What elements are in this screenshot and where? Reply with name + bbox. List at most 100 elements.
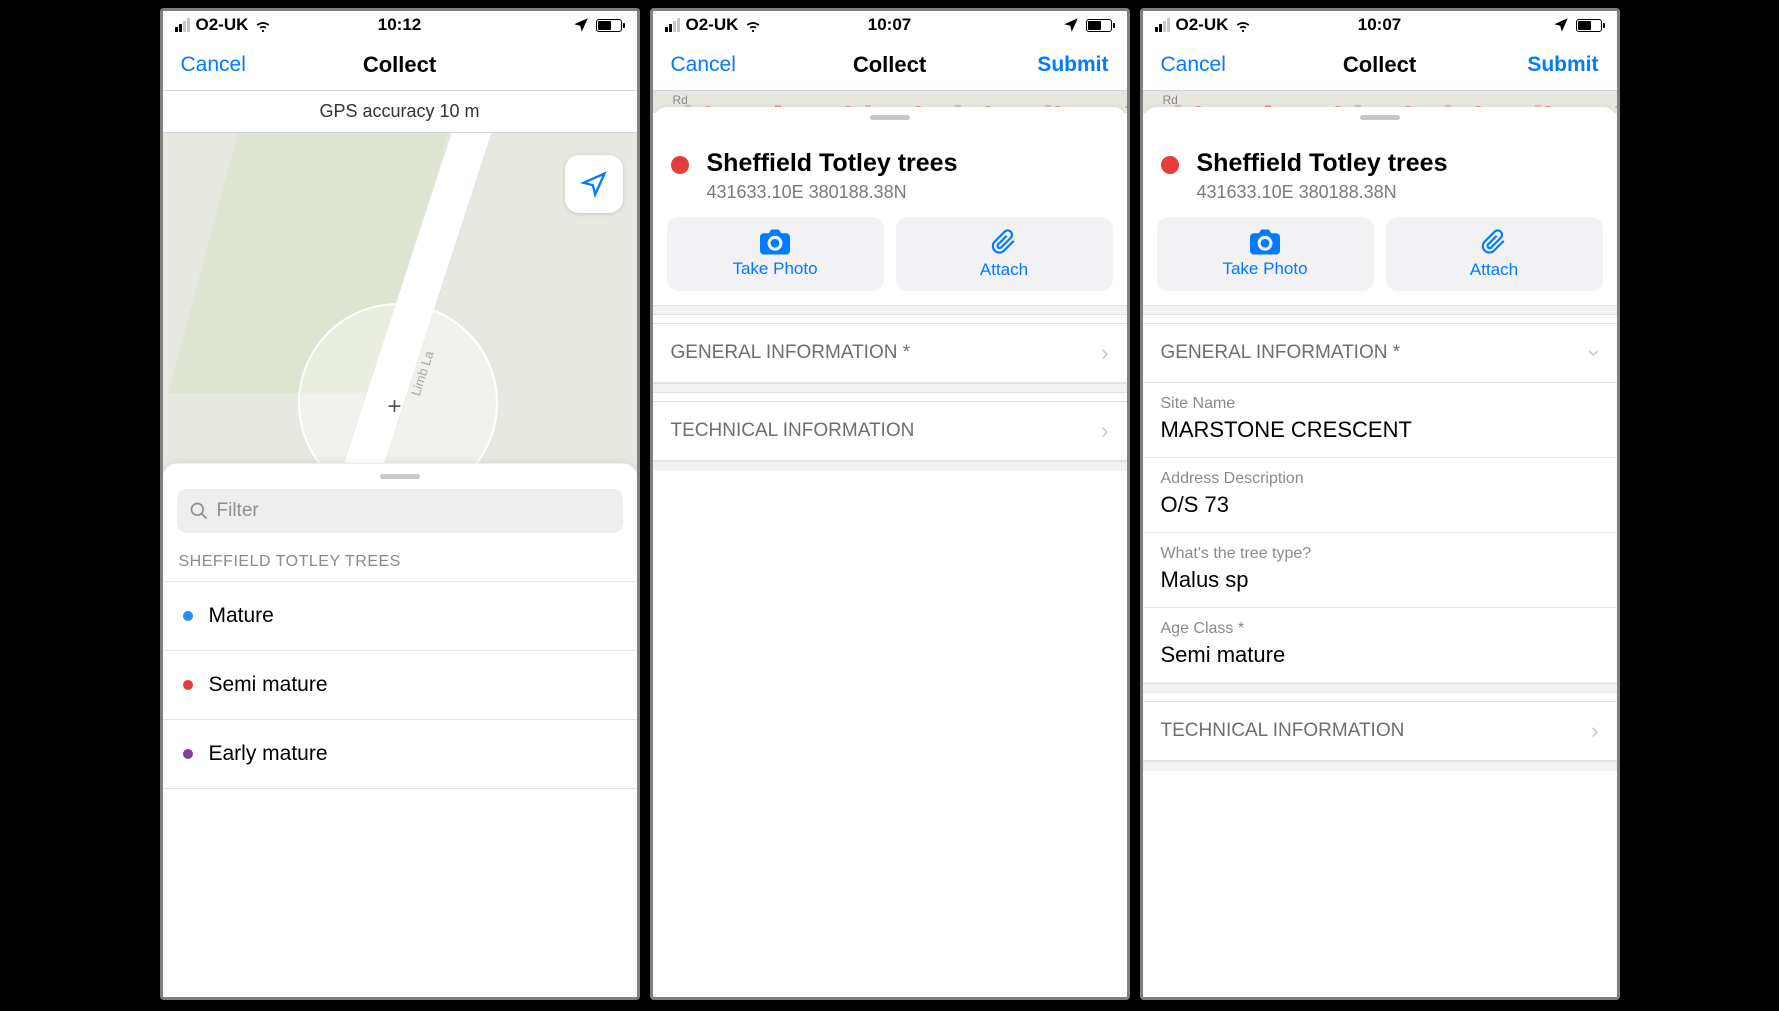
take-photo-button[interactable]: Take Photo [1157,217,1374,291]
carrier-label: O2-UK [196,15,249,35]
camera-icon [760,229,790,255]
carrier-label: O2-UK [686,15,739,35]
field-site-name[interactable]: Site Name MARSTONE CRESCENT [1143,383,1617,458]
location-icon [1062,16,1080,34]
attach-button[interactable]: Attach [896,217,1113,291]
category-label: Mature [209,604,274,628]
category-semi-mature[interactable]: Semi mature [163,651,637,720]
gps-accuracy-label: GPS accuracy 10 m [163,91,637,133]
section-technical-information[interactable]: TECHNICAL INFORMATION › [1143,701,1617,761]
status-bar: O2-UK 10:07 [1143,11,1617,39]
feature-card: Sheffield Totley trees 431633.10E 380188… [1143,107,1617,997]
nav-bar: Cancel Collect Submit [1143,39,1617,91]
submit-button[interactable]: Submit [1037,53,1108,77]
status-bar: O2-UK 10:12 [163,11,637,39]
search-icon [189,501,209,521]
chevron-right-icon: › [1101,340,1108,366]
field-age-class[interactable]: Age Class * Semi mature [1143,608,1617,683]
attach-button[interactable]: Attach [1386,217,1603,291]
filter-placeholder: Filter [217,500,259,522]
page-title: Collect [853,52,926,78]
battery-icon [1576,19,1605,32]
wifi-icon [1234,16,1252,34]
sheet-grabber[interactable] [1360,115,1400,120]
attach-label: Attach [980,260,1028,280]
section-technical-information[interactable]: TECHNICAL INFORMATION › [653,401,1127,461]
category-mature[interactable]: Mature [163,582,637,651]
road-label: Rd [673,93,688,107]
nav-bar: Cancel Collect Submit [653,39,1127,91]
category-label: Semi mature [209,673,328,697]
field-label: Address Description [1161,470,1599,488]
cancel-button[interactable]: Cancel [1161,53,1226,77]
dot-icon [183,611,193,621]
nav-bar: Cancel Collect [163,39,637,91]
field-value: MARSTONE CRESCENT [1161,417,1599,443]
field-label: Age Class * [1161,620,1599,638]
paperclip-icon [1481,228,1507,256]
clock: 10:12 [378,15,421,35]
battery-icon [596,19,625,32]
cell-signal-icon [1155,18,1170,32]
cancel-button[interactable]: Cancel [181,53,246,77]
section-general-information[interactable]: GENERAL INFORMATION * › [1143,323,1617,383]
feature-coordinates: 431633.10E 380188.38N [707,182,958,203]
field-label: Site Name [1161,395,1599,413]
road-label: Rd [1163,93,1178,107]
cell-signal-icon [665,18,680,32]
section-label: TECHNICAL INFORMATION [1161,720,1405,742]
field-value: O/S 73 [1161,492,1599,518]
feature-card: Sheffield Totley trees 431633.10E 380188… [653,107,1127,997]
sheet-grabber[interactable] [870,115,910,120]
take-photo-button[interactable]: Take Photo [667,217,884,291]
feature-coordinates: 431633.10E 380188.38N [1197,182,1448,203]
page-title: Collect [363,52,436,78]
feature-symbol-icon [1161,156,1179,174]
feature-symbol-icon [671,156,689,174]
cancel-button[interactable]: Cancel [671,53,736,77]
take-photo-label: Take Photo [732,259,817,279]
locate-button[interactable] [565,155,623,213]
wifi-icon [744,16,762,34]
compass-icon [580,170,608,198]
cell-signal-icon [175,18,190,32]
layer-section-header: SHEFFIELD TOTLEY TREES [163,545,637,582]
field-label: What's the tree type? [1161,545,1599,563]
section-label: GENERAL INFORMATION * [671,342,911,364]
paperclip-icon [991,228,1017,256]
feature-title: Sheffield Totley trees [1197,148,1448,178]
section-label: GENERAL INFORMATION * [1161,342,1401,364]
field-tree-type[interactable]: What's the tree type? Malus sp [1143,533,1617,608]
section-label: TECHNICAL INFORMATION [671,420,915,442]
category-label: Early mature [209,742,328,766]
location-icon [1552,16,1570,34]
clock: 10:07 [1358,15,1401,35]
chevron-down-icon: › [1582,349,1608,356]
camera-icon [1250,229,1280,255]
field-address-description[interactable]: Address Description O/S 73 [1143,458,1617,533]
section-general-information[interactable]: GENERAL INFORMATION * › [653,323,1127,383]
chevron-right-icon: › [1591,718,1598,744]
dot-icon [183,749,193,759]
dot-icon [183,680,193,690]
crosshair-icon: + [388,393,402,421]
filter-input[interactable]: Filter [177,489,623,533]
wifi-icon [254,16,272,34]
field-value: Malus sp [1161,567,1599,593]
clock: 10:07 [868,15,911,35]
feature-title: Sheffield Totley trees [707,148,958,178]
battery-icon [1086,19,1115,32]
attach-label: Attach [1470,260,1518,280]
take-photo-label: Take Photo [1222,259,1307,279]
field-value: Semi mature [1161,642,1599,668]
location-icon [572,16,590,34]
chevron-right-icon: › [1101,418,1108,444]
map[interactable]: Limb La + [163,133,637,473]
category-early-mature[interactable]: Early mature [163,720,637,789]
screen-collect-form-expanded: O2-UK 10:07 Cancel Collect Submit Rd She… [1140,8,1620,1000]
page-title: Collect [1343,52,1416,78]
sheet-grabber[interactable] [380,474,420,479]
layer-picker-sheet: Filter SHEFFIELD TOTLEY TREES Mature Sem… [163,463,637,997]
submit-button[interactable]: Submit [1527,53,1598,77]
screen-collect-map: O2-UK 10:12 Cancel Collect GPS accuracy … [160,8,640,1000]
